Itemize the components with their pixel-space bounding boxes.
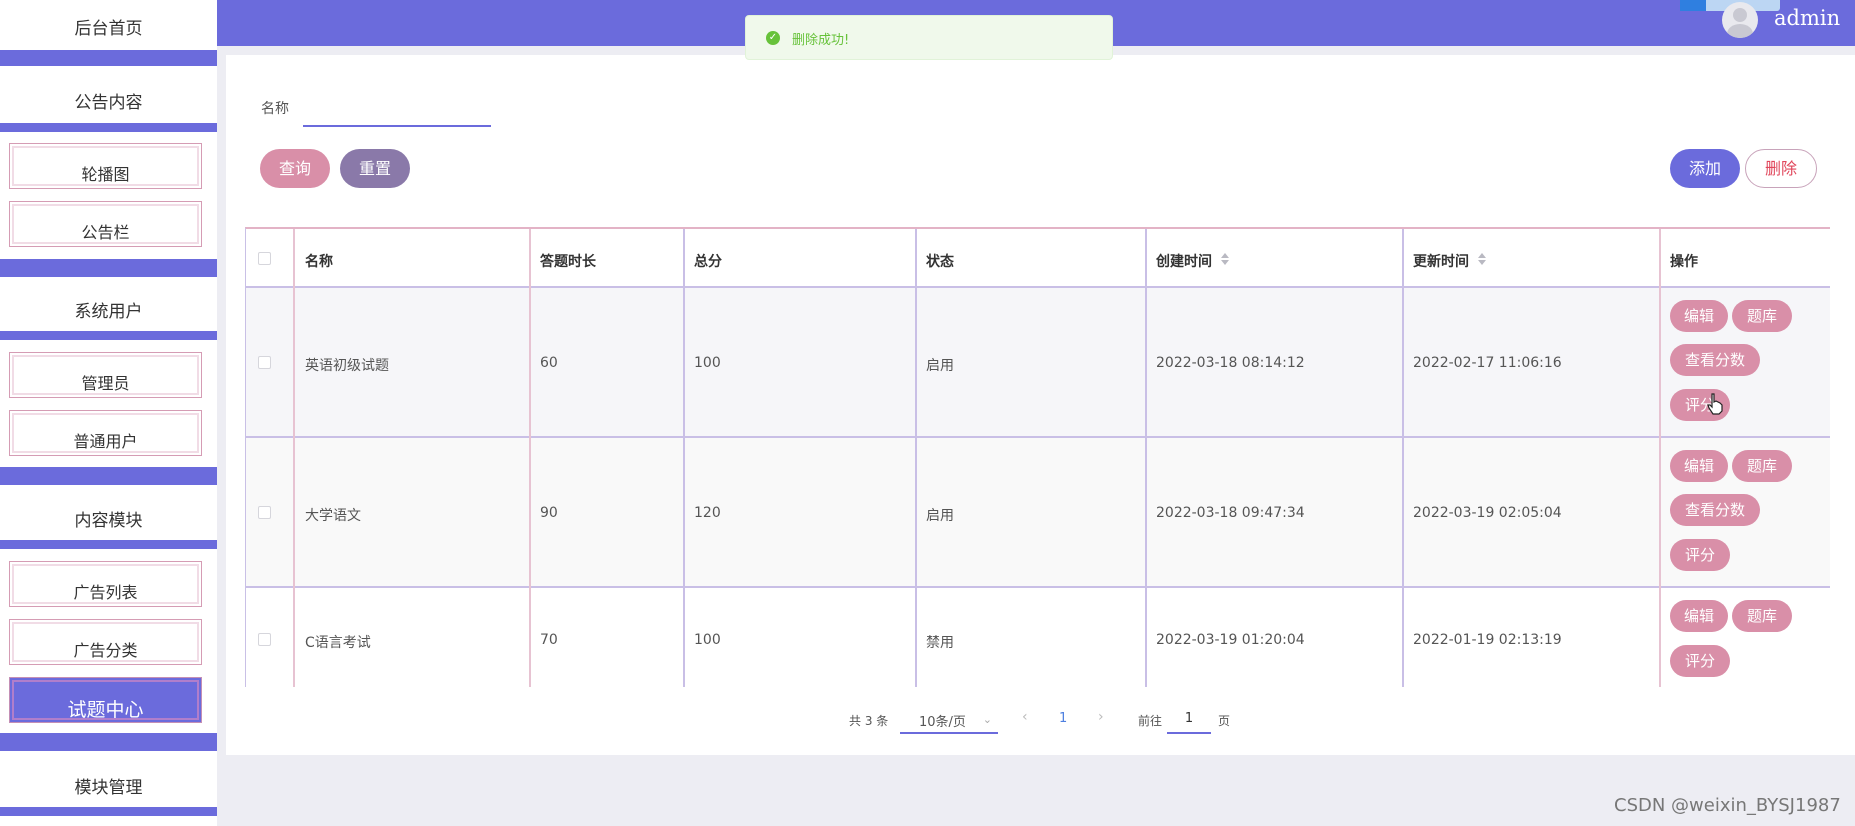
cell-status: 启用 bbox=[926, 358, 954, 374]
reset-button[interactable]: 重置 bbox=[340, 149, 410, 188]
watermark: CSDN @weixin_BYSJ1987 bbox=[1614, 795, 1841, 816]
add-button[interactable]: 添加 bbox=[1670, 149, 1740, 188]
sidebar-divider bbox=[0, 540, 217, 549]
sidebar: 后台首页 公告内容 轮播图 公告栏 系统用户 管理员 普通用户 内容模块 广告列… bbox=[0, 0, 217, 826]
app-root: 后台首页 公告内容 轮播图 公告栏 系统用户 管理员 普通用户 内容模块 广告列… bbox=[0, 0, 1855, 826]
pagination-total: 共 3 条 bbox=[849, 714, 889, 728]
column-header-duration: 答题时长 bbox=[540, 254, 596, 270]
table-header bbox=[246, 229, 1830, 288]
view-scores-button[interactable]: 查看分数 bbox=[1670, 494, 1760, 526]
success-toast: ✓ 删除成功! bbox=[745, 15, 1113, 60]
cell-score: 100 bbox=[694, 632, 721, 648]
sidebar-divider bbox=[0, 807, 217, 816]
cell-duration: 90 bbox=[540, 505, 558, 521]
next-page-icon[interactable]: › bbox=[1098, 709, 1104, 725]
avatar[interactable] bbox=[1722, 2, 1758, 38]
table-row bbox=[246, 438, 1830, 588]
sidebar-item-home[interactable]: 后台首页 bbox=[0, 14, 217, 39]
cell-duration: 70 bbox=[540, 632, 558, 648]
column-divider bbox=[683, 229, 685, 687]
cell-created: 2022-03-18 09:47:34 bbox=[1156, 505, 1305, 521]
cell-duration: 60 bbox=[540, 355, 558, 371]
page-size-value: 10条/页 bbox=[919, 715, 966, 730]
username-label[interactable]: admin bbox=[1774, 6, 1840, 30]
cell-name: 大学语文 bbox=[305, 508, 361, 524]
view-scores-button[interactable]: 查看分数 bbox=[1670, 344, 1760, 376]
column-divider bbox=[529, 229, 531, 687]
column-header-status: 状态 bbox=[926, 254, 954, 270]
sort-icon[interactable] bbox=[1221, 253, 1229, 265]
cell-status: 禁用 bbox=[926, 635, 954, 651]
cell-updated: 2022-03-19 02:05:04 bbox=[1413, 505, 1562, 521]
chevron-down-icon: ⌄ bbox=[982, 713, 992, 726]
table-row bbox=[246, 588, 1830, 687]
sidebar-item-admin[interactable]: 管理员 bbox=[9, 352, 202, 398]
grade-button[interactable]: 评分 bbox=[1670, 539, 1730, 571]
edit-button[interactable]: 编辑 bbox=[1670, 450, 1728, 482]
sidebar-item-carousel[interactable]: 轮播图 bbox=[9, 143, 202, 189]
cell-score: 120 bbox=[694, 505, 721, 521]
sidebar-item-module-management[interactable]: 模块管理 bbox=[0, 773, 217, 798]
toast-message: 删除成功! bbox=[792, 33, 850, 48]
sidebar-divider bbox=[0, 123, 217, 132]
cell-updated: 2022-01-19 02:13:19 bbox=[1413, 632, 1562, 648]
sidebar-item-notice-board[interactable]: 公告栏 bbox=[9, 201, 202, 247]
sidebar-divider bbox=[0, 331, 217, 340]
sort-icon[interactable] bbox=[1478, 253, 1486, 265]
sidebar-item-ad-category[interactable]: 广告分类 bbox=[9, 619, 202, 665]
sidebar-divider bbox=[0, 50, 217, 66]
cell-updated: 2022-02-17 11:06:16 bbox=[1413, 355, 1562, 371]
page-number-current[interactable]: 1 bbox=[1059, 711, 1067, 726]
goto-label: 前往 bbox=[1138, 714, 1163, 728]
grade-button[interactable]: 评分 bbox=[1670, 645, 1730, 677]
page-size-select[interactable]: 10条/页 ⌄ bbox=[900, 707, 998, 734]
app-icon bbox=[1680, 0, 1706, 11]
edit-button[interactable]: 编辑 bbox=[1670, 300, 1728, 332]
row-checkbox[interactable] bbox=[258, 506, 271, 519]
cell-status: 启用 bbox=[926, 508, 954, 524]
name-filter-input[interactable] bbox=[303, 88, 491, 127]
cell-name: C语言考试 bbox=[305, 635, 371, 651]
name-filter-label: 名称 bbox=[261, 101, 289, 117]
column-header-created[interactable]: 创建时间 bbox=[1156, 251, 1212, 271]
edit-button[interactable]: 编辑 bbox=[1670, 600, 1728, 632]
column-divider bbox=[1402, 229, 1404, 687]
column-header-name: 名称 bbox=[305, 254, 333, 270]
page-unit-label: 页 bbox=[1218, 714, 1231, 728]
sidebar-divider bbox=[0, 259, 217, 277]
sidebar-item-normal-users[interactable]: 普通用户 bbox=[9, 410, 202, 456]
column-divider bbox=[293, 229, 295, 687]
column-header-actions: 操作 bbox=[1670, 254, 1698, 270]
row-checkbox[interactable] bbox=[258, 633, 271, 646]
sidebar-item-exam-center[interactable]: 试题中心 bbox=[9, 677, 202, 723]
cell-score: 100 bbox=[694, 355, 721, 371]
question-bank-button[interactable]: 题库 bbox=[1732, 600, 1792, 632]
prev-page-icon[interactable]: ‹ bbox=[1022, 709, 1028, 725]
sidebar-divider bbox=[0, 733, 217, 751]
column-divider bbox=[1659, 229, 1661, 687]
cell-created: 2022-03-18 08:14:12 bbox=[1156, 355, 1305, 371]
column-header-updated[interactable]: 更新时间 bbox=[1413, 251, 1469, 271]
select-all-checkbox[interactable] bbox=[258, 252, 271, 265]
column-header-score: 总分 bbox=[694, 254, 722, 270]
goto-page-input[interactable]: 1 bbox=[1167, 707, 1211, 734]
cell-created: 2022-03-19 01:20:04 bbox=[1156, 632, 1305, 648]
hand-cursor-icon bbox=[1707, 393, 1723, 415]
sidebar-item-system-users[interactable]: 系统用户 bbox=[0, 297, 217, 322]
table-row bbox=[246, 288, 1830, 438]
column-divider bbox=[1145, 229, 1147, 687]
delete-button[interactable]: 删除 bbox=[1745, 149, 1817, 188]
sidebar-divider bbox=[0, 467, 217, 485]
question-bank-button[interactable]: 题库 bbox=[1732, 450, 1792, 482]
sidebar-item-content-module[interactable]: 内容模块 bbox=[0, 506, 217, 531]
column-divider bbox=[915, 229, 917, 687]
cell-name: 英语初级试题 bbox=[305, 358, 389, 374]
exam-table: 名称 答题时长 总分 状态 创建时间 更新时间 操作 英语初级试题 60 100… bbox=[245, 227, 1830, 687]
question-bank-button[interactable]: 题库 bbox=[1732, 300, 1792, 332]
row-checkbox[interactable] bbox=[258, 356, 271, 369]
sidebar-item-notice-content[interactable]: 公告内容 bbox=[0, 88, 217, 113]
sidebar-item-ad-list[interactable]: 广告列表 bbox=[9, 561, 202, 607]
check-circle-icon: ✓ bbox=[766, 31, 780, 45]
query-button[interactable]: 查询 bbox=[260, 149, 330, 188]
